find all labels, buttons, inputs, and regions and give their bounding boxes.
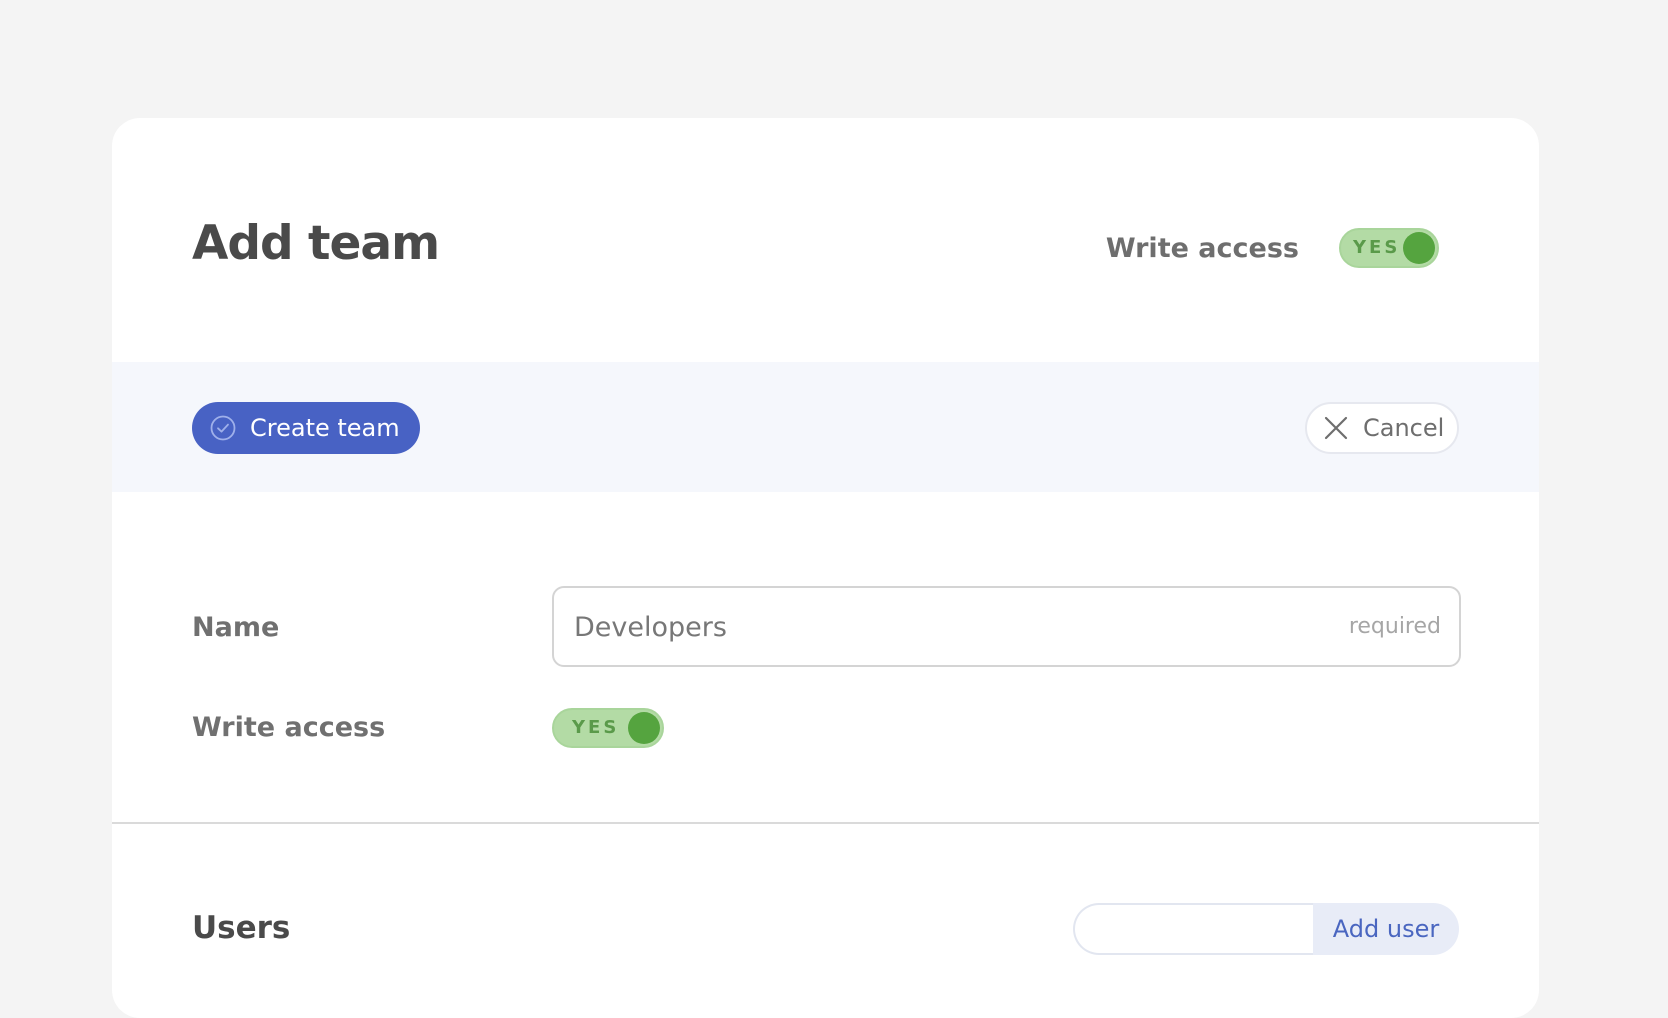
write-access-label: Write access — [192, 712, 386, 743]
name-field: required — [552, 586, 1461, 667]
cancel-button[interactable]: Cancel — [1305, 402, 1459, 454]
add-user-button[interactable]: Add user — [1313, 903, 1459, 955]
add-user-input[interactable] — [1073, 903, 1313, 955]
action-bar: Create team Cancel — [112, 362, 1539, 492]
toggle-state-label: YES — [572, 717, 620, 738]
create-team-label: Create team — [250, 414, 400, 442]
toggle-knob — [628, 712, 660, 744]
header-write-access: Write access YES — [1106, 228, 1439, 268]
create-team-button[interactable]: Create team — [192, 402, 420, 454]
required-hint: required — [1348, 614, 1441, 639]
write-access-toggle[interactable]: YES — [552, 708, 664, 748]
users-title: Users — [192, 910, 291, 946]
team-form: Name required Write access YES — [112, 492, 1539, 822]
page-title: Add team — [192, 216, 440, 271]
check-circle-icon — [210, 415, 236, 441]
close-icon — [1323, 415, 1349, 441]
header-write-access-label: Write access — [1105, 232, 1299, 264]
toggle-knob — [1403, 232, 1435, 264]
name-label: Name — [192, 612, 280, 643]
add-user-group: Add user — [1073, 903, 1459, 955]
cancel-label: Cancel — [1363, 414, 1445, 442]
section-divider — [112, 822, 1539, 824]
name-input[interactable] — [572, 588, 1276, 667]
header-write-access-toggle[interactable]: YES — [1339, 228, 1439, 268]
add-team-card: Add team Write access YES Create team Ca… — [112, 118, 1539, 1018]
card-header: Add team Write access YES — [112, 118, 1539, 362]
toggle-state-label: YES — [1353, 237, 1401, 258]
